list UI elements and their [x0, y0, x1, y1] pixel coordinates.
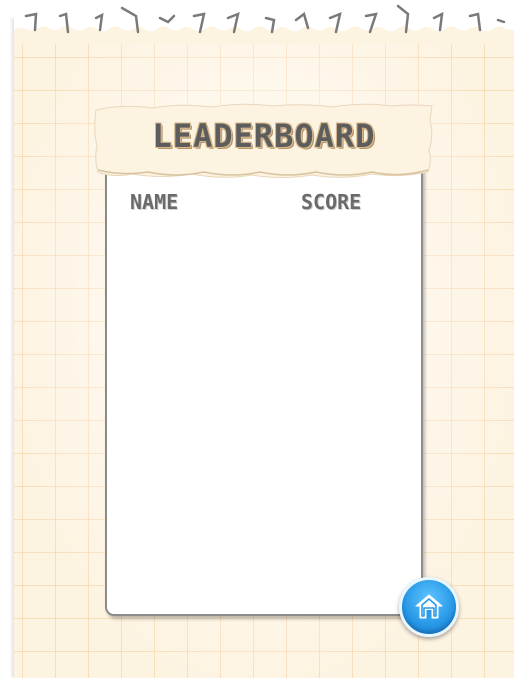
leaderboard-rows: [120, 226, 410, 586]
home-icon: [415, 594, 443, 619]
score-column-header: SCORE: [301, 190, 362, 214]
name-column-header: NAME: [130, 190, 179, 214]
leaderboard-screen: LEADERBOARD NAME SCORE: [0, 0, 528, 678]
torn-paper-edge: [14, 0, 514, 44]
home-button[interactable]: [399, 577, 459, 637]
leaderboard-title: LEADERBOARD: [152, 117, 376, 155]
